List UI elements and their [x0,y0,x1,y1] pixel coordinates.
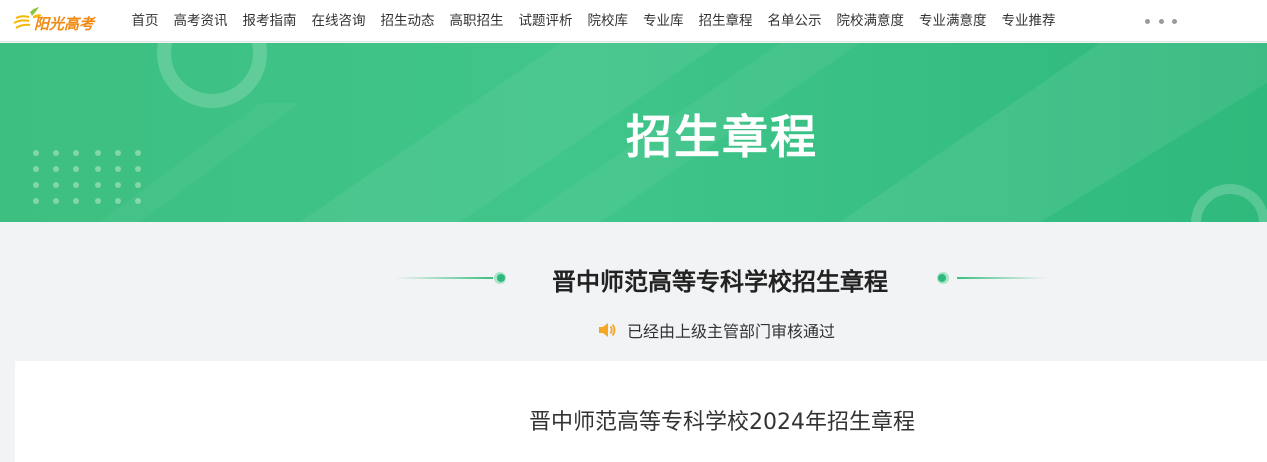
more-dots-icon[interactable] [1145,13,1177,29]
title-decoration-dot-right-icon [937,272,949,284]
nav-item-charter[interactable]: 招生章程 [691,0,760,42]
title-decoration-dot-left-icon [494,272,506,284]
content-heading: 晋中师范高等专科学校2024年招生章程 [529,410,915,435]
nav-item-major-recommend[interactable]: 专业推荐 [994,0,1063,42]
article-content: 晋中师范高等专科学校2024年招生章程 [15,361,1267,462]
nav-item-college-satisfaction[interactable]: 院校满意度 [829,0,912,42]
nav-item-news[interactable]: 高考资讯 [166,0,235,42]
article-title: 晋中师范高等专科学校招生章程 [552,268,888,296]
nav-item-vocational[interactable]: 高职招生 [442,0,511,42]
nav-item-list-notice[interactable]: 名单公示 [760,0,829,42]
nav-item-admission-news[interactable]: 招生动态 [373,0,442,42]
title-decoration-line-right [957,277,1047,279]
nav-item-college-db[interactable]: 院校库 [580,0,636,42]
nav-item-exam-review[interactable]: 试题评析 [511,0,580,42]
top-navigation: 阳光高考 首页 高考资讯 报考指南 在线咨询 招生动态 高职招生 试题评析 院校… [0,0,1267,42]
verification-text: 已经由上级主管部门审核通过 [627,322,836,341]
site-logo[interactable]: 阳光高考 [12,4,104,38]
nav-item-major-satisfaction[interactable]: 专业满意度 [912,0,995,42]
nav-item-consult[interactable]: 在线咨询 [304,0,373,42]
nav-item-guide[interactable]: 报考指南 [235,0,304,42]
article-title-block: 晋中师范高等专科学校招生章程 [395,258,1055,298]
page-banner: 招生章程 [0,43,1267,222]
speaker-icon [599,323,616,337]
nav-item-home[interactable]: 首页 [124,0,166,42]
verification-notice: 已经由上级主管部门审核通过 [597,319,835,341]
main-nav: 首页 高考资讯 报考指南 在线咨询 招生动态 高职招生 试题评析 院校库 专业库… [124,0,1063,42]
logo-text: 阳光高考 [34,15,95,33]
title-decoration-line-left [395,277,493,279]
banner-title: 招生章程 [626,110,818,164]
nav-item-major-db[interactable]: 专业库 [636,0,692,42]
